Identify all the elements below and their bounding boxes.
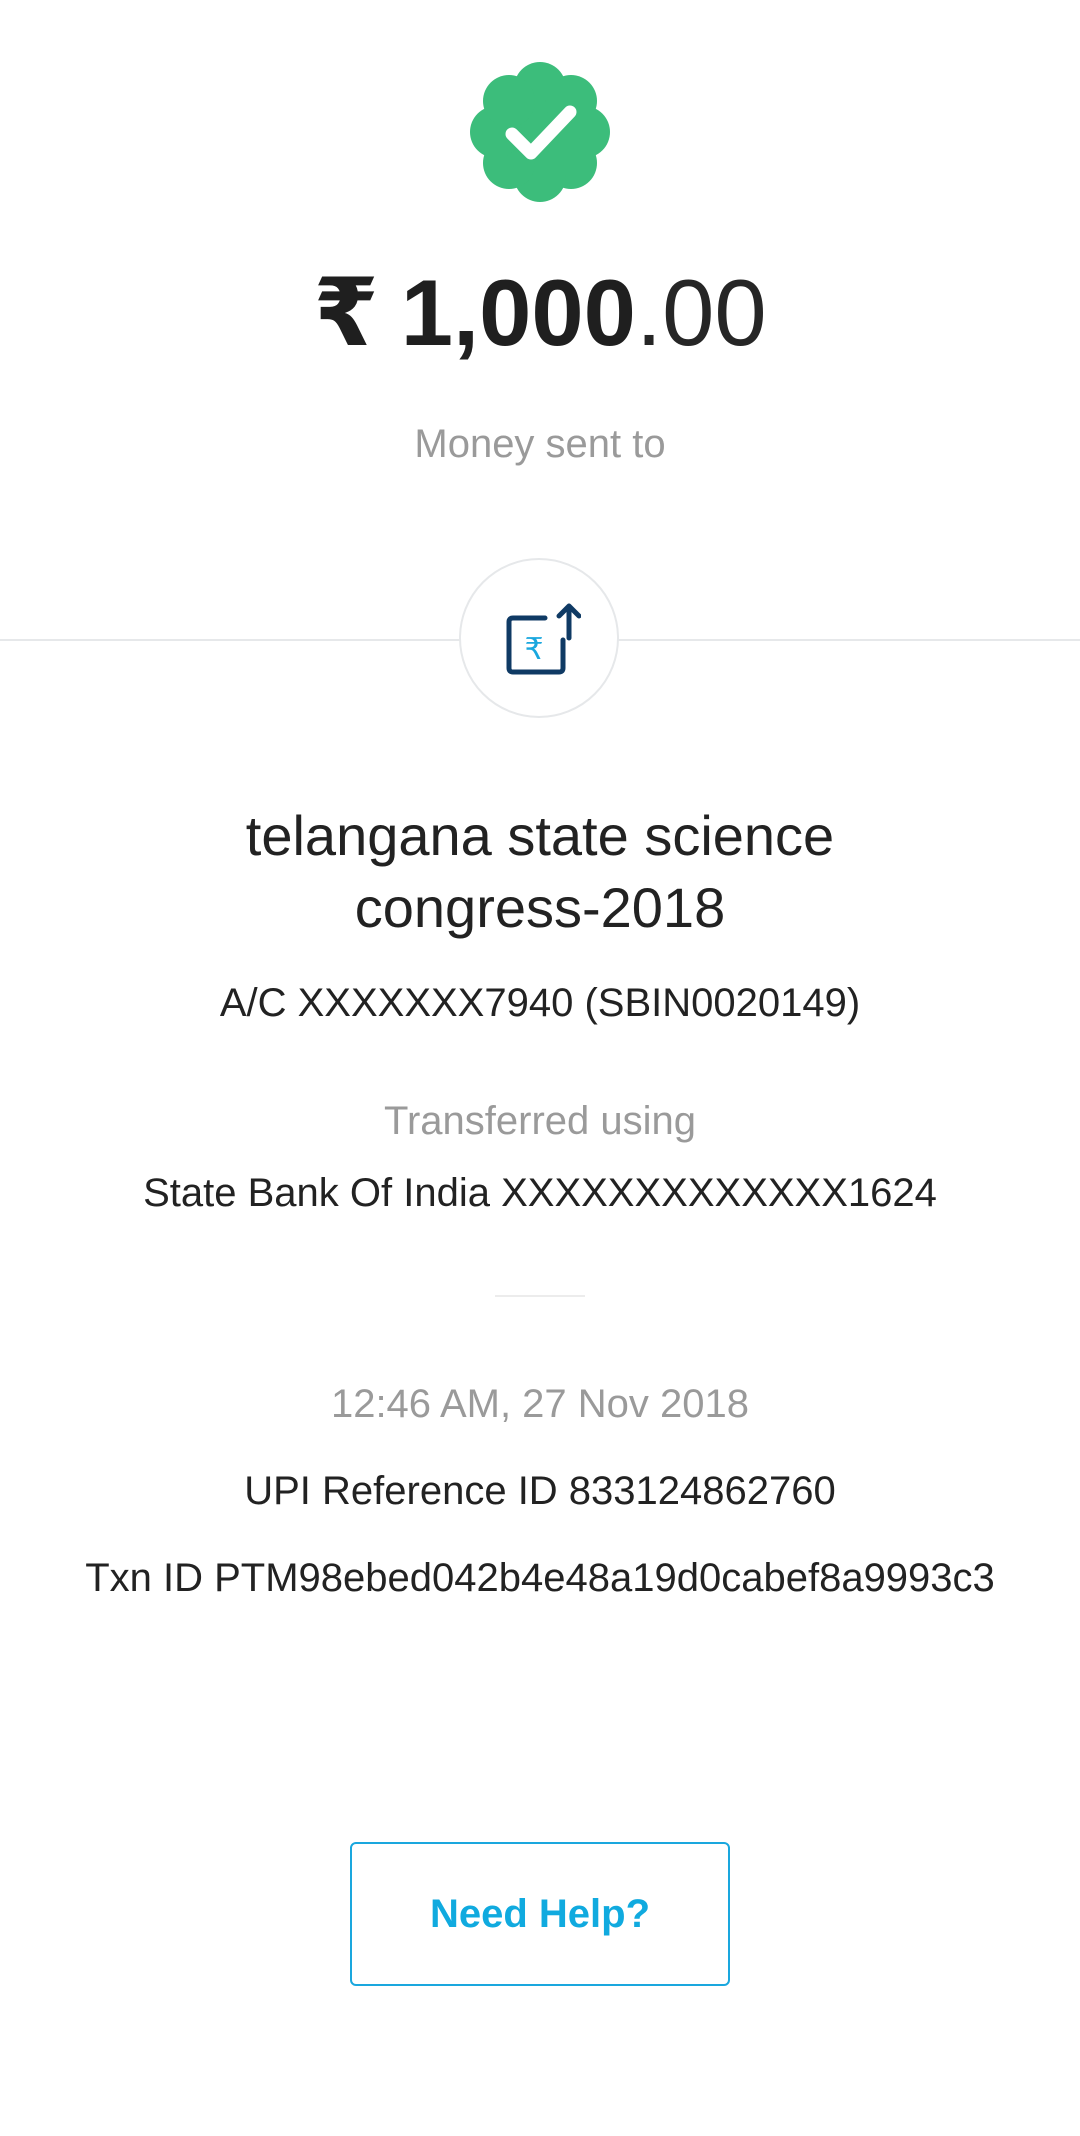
amount-display: ₹1,000.00 [0,258,1080,368]
transferred-using-label: Transferred using [384,1099,696,1143]
payee-account: A/C XXXXXXX7940 (SBIN0020149) [219,981,861,1025]
transaction-id: Txn ID PTM98ebed042b4e48a19d0cabef8a9993… [85,1556,995,1600]
rupee-transfer-out-icon: ₹ [506,603,581,675]
amount-whole: 1,000 [400,260,636,365]
need-help-button[interactable]: Need Help? [350,1842,730,1986]
success-check-badge-icon [467,59,613,205]
payee-name: telangana state science congress-2018 [245,804,835,939]
money-sent-label: Money sent to [414,422,666,466]
transfer-icon-circle: ₹ [459,558,619,718]
upi-reference-id: UPI Reference ID 833124862760 [244,1469,836,1513]
currency-symbol: ₹ [313,260,379,365]
source-bank-account: State Bank Of India XXXXXXXXXXXXX1624 [143,1171,937,1215]
short-divider [495,1295,585,1297]
transaction-timestamp: 12:46 AM, 27 Nov 2018 [330,1382,750,1426]
amount-decimal: .00 [635,260,767,365]
svg-text:₹: ₹ [524,632,543,667]
